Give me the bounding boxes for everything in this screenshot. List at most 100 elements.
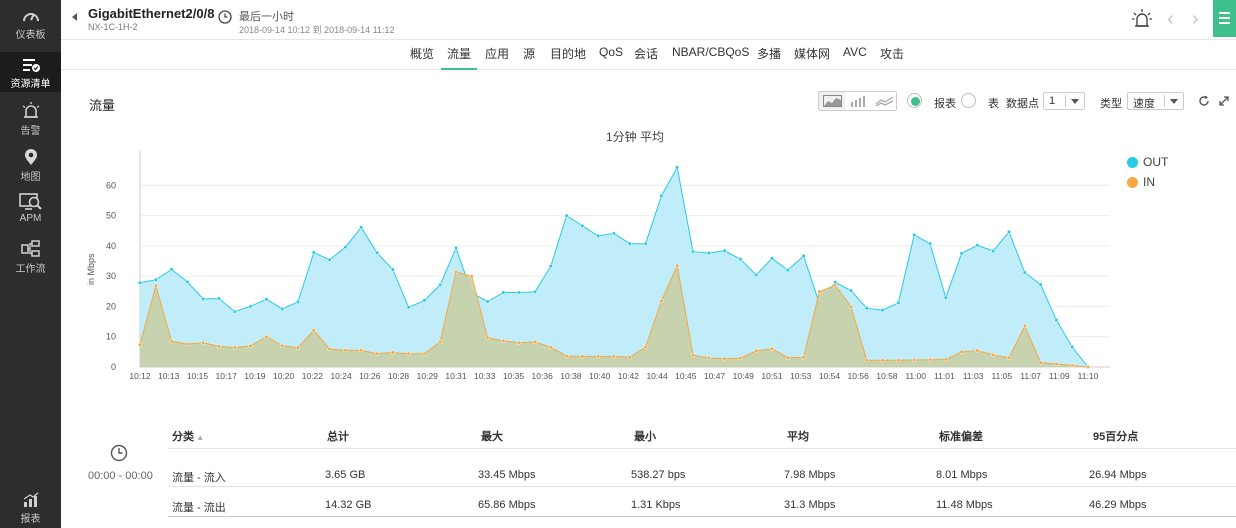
column-header-total[interactable]: 总计 [327,428,349,444]
sidebar-item-dashboard[interactable]: 仪表板 [0,8,61,46]
tab-destination[interactable]: 目的地 [550,45,586,68]
series-out-point [991,248,996,254]
x-tick-label: 10:53 [790,371,812,381]
series-out-point [1038,282,1043,287]
series-out-point [359,225,364,230]
sidebar-item-inventory[interactable]: 资源清单 [0,52,61,92]
x-tick-label: 11:07 [1020,371,1041,381]
datapoints-select[interactable]: 1 [1043,92,1085,110]
view-table-radio[interactable] [961,93,976,108]
tab-overview[interactable]: 概览 [410,45,434,68]
x-tick-label: 10:36 [532,371,554,381]
x-tick-label: 10:51 [761,371,783,381]
series-in-point [991,352,996,357]
clock-icon[interactable] [110,444,128,462]
series-in-point [295,345,301,350]
sidebar-item-workflow[interactable]: 工作流 [0,240,61,276]
tab-applications[interactable]: 应用 [485,45,509,68]
series-in-point [943,357,948,362]
series-out-point [311,250,316,255]
tab-traffic[interactable]: 流量 [441,45,477,70]
column-header-avg[interactable]: 平均 [787,428,809,444]
sidebar-item-label: 仪表板 [15,30,46,41]
series-out-point [643,241,648,246]
tab-avc[interactable]: AVC [843,45,867,65]
refresh-icon[interactable] [1198,95,1210,107]
series-in-point [1006,355,1012,360]
sidebar-item-map[interactable]: 地图 [0,149,61,185]
series-in-point [769,346,775,351]
menu-button[interactable] [1213,0,1236,37]
area-chart-button[interactable] [819,92,845,110]
series-out-point [422,298,427,303]
series-in-point [580,354,585,359]
tab-multicast[interactable]: 多播 [757,45,781,68]
series-out-point [1070,344,1075,350]
inventory-icon [22,59,40,72]
series-in-point [453,269,459,274]
series-out-point [722,248,727,253]
chart-title: 1分钟 平均 [605,130,664,144]
view-report-radio[interactable] [907,93,922,108]
clock-icon[interactable] [218,10,232,24]
series-out-point [611,231,617,236]
back-arrow-icon[interactable] [72,13,77,21]
table-cell: 14.32 GB [325,499,372,511]
x-tick-label: 11:00 [905,371,926,381]
alarm-icon [22,102,39,118]
series-out-point [280,306,285,311]
table-cell: 33.45 Mbps [478,469,536,481]
area-chart-icon [823,95,842,107]
column-header-stddev[interactable]: 标准偏差 [939,428,983,444]
sidebar-item-label: APM [19,213,42,224]
previous-arrow-icon[interactable]: ‹ [1167,9,1174,29]
table-cell: 流量 - 流入 [172,472,226,484]
series-out-point [706,251,711,256]
column-header-p95[interactable]: 95百分点 [1093,428,1138,444]
view-report-label: 报表 [934,98,956,110]
tab-source[interactable]: 源 [523,45,535,68]
chevron-down-icon [1071,99,1079,104]
series-in-point [754,348,759,353]
x-tick-label: 10:31 [445,371,467,381]
series-out-point [216,296,222,301]
series-out-point [232,309,237,314]
tab-nbar-cbqos[interactable]: NBAR/CBQoS [672,45,749,65]
table-cell: 46.29 Mbps [1089,499,1147,511]
series-out-point [406,305,411,310]
tab-conversations[interactable]: 会话 [634,45,658,68]
next-arrow-icon[interactable]: › [1192,9,1199,29]
line-chart-button[interactable] [871,92,897,110]
series-out-point [564,213,569,218]
series-in-point [343,348,348,353]
x-tick-label: 11:10 [1078,371,1099,381]
series-out-point [438,282,443,287]
time-range-dates: 2018-09-14 10:12 到 2018-09-14 11:12 [239,25,395,35]
series-in-point [469,274,474,279]
tab-qos[interactable]: QoS [599,45,623,65]
x-tick-label: 10:33 [474,371,496,381]
column-header-category[interactable]: 分类 ▲ [172,428,204,444]
sidebar-item-apm[interactable]: APM [0,193,61,229]
expand-icon[interactable] [1219,96,1229,106]
tab-attacks[interactable]: 攻击 [880,45,904,68]
type-select[interactable]: 速度 [1127,92,1184,110]
series-out-point [201,296,206,301]
app-window: 仪表板 资源清单 告警 地图 APM 工作流 报表 GigabitEtherne… [0,0,1236,528]
series-in-point [817,289,822,294]
time-range-selector[interactable]: 最后一小时 [239,8,294,24]
tab-medianet[interactable]: 媒体网 [794,45,830,68]
sidebar-item-alarms[interactable]: 告警 [0,102,61,138]
column-header-min[interactable]: 最小 [634,428,656,444]
bar-chart-button[interactable] [845,92,871,110]
series-in-point [216,344,222,349]
alarm-bell-icon[interactable] [1131,8,1153,30]
column-header-max[interactable]: 最大 [481,428,503,444]
series-in-point [722,356,727,361]
series-in-point [311,328,316,333]
traffic-chart: 0 10 20 30 40 50 60 in Mbps 10:12 10:13 10:15 10:17… [86,151,1110,381]
sidebar-item-reports[interactable]: 报表 [0,492,61,528]
series-in-point [201,340,206,345]
time-filter[interactable]: 00:00 - 00:00 [88,470,153,482]
series-in-point [833,283,838,288]
